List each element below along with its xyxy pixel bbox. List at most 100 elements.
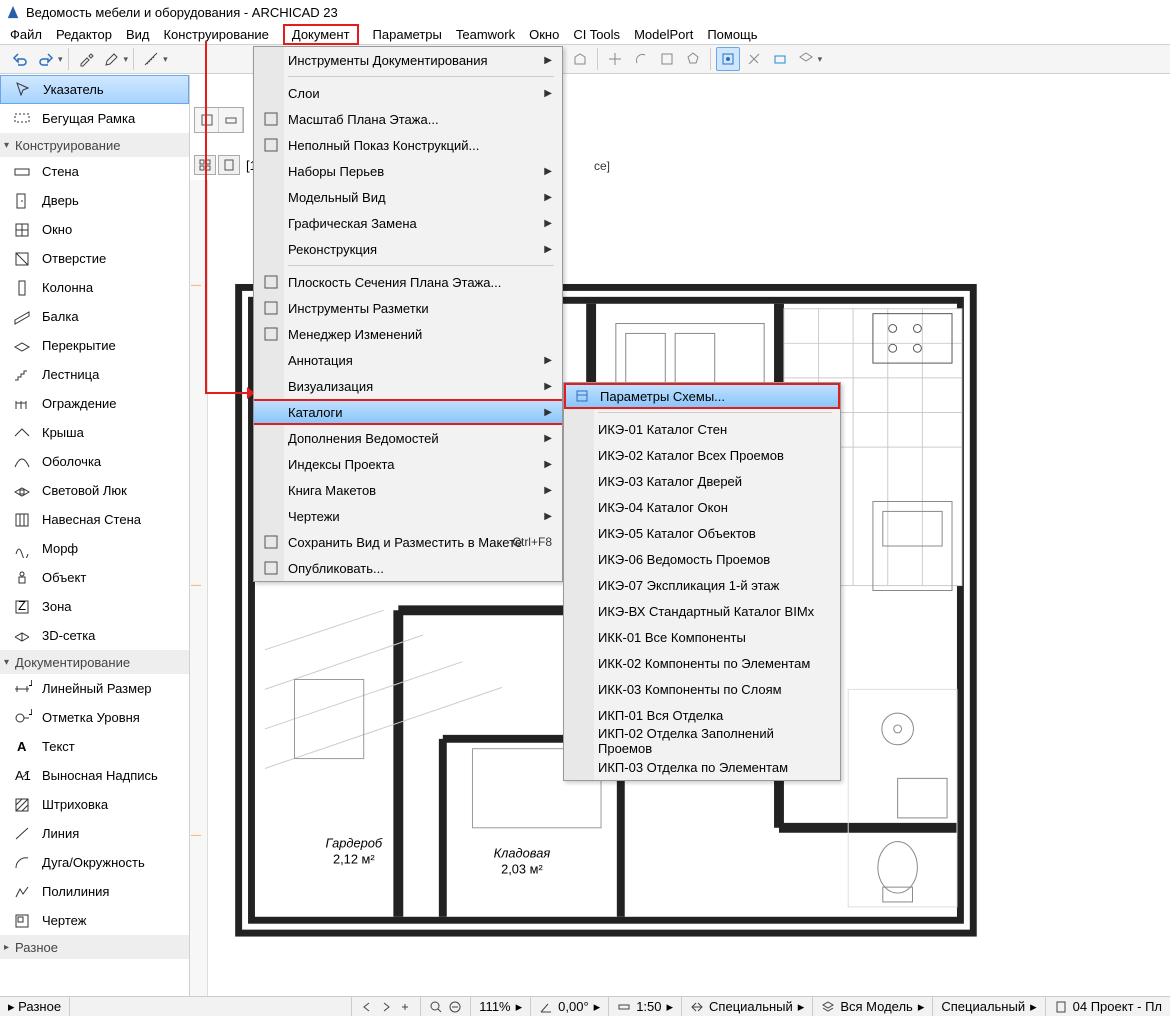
- menuitem[interactable]: ИКЭ-ВХ Стандартный Каталог BIMx: [564, 598, 840, 624]
- menuitem[interactable]: Параметры Схемы...: [564, 383, 840, 409]
- tool-stair[interactable]: Лестница: [0, 360, 189, 389]
- menuitem[interactable]: ИКК-03 Компоненты по Слоям: [564, 676, 840, 702]
- tool-mesh[interactable]: 3D-сетка: [0, 621, 189, 650]
- tb-i[interactable]: [794, 47, 818, 71]
- menuitem[interactable]: Визуализация▶: [254, 373, 562, 399]
- tool-label[interactable]: A1Выносная Надпись: [0, 761, 189, 790]
- menu-document[interactable]: Документ: [283, 24, 359, 45]
- tool-draw[interactable]: Чертеж: [0, 906, 189, 935]
- menuitem[interactable]: ИКП-02 Отделка Заполнений Проемов: [564, 728, 840, 754]
- menu-file[interactable]: Файл: [10, 27, 42, 42]
- menuitem[interactable]: Индексы Проекта▶: [254, 451, 562, 477]
- menuitem[interactable]: Книга Макетов▶: [254, 477, 562, 503]
- menuitem[interactable]: ИКЭ-03 Каталог Дверей: [564, 468, 840, 494]
- sb-zoom-value[interactable]: 111% ▸: [471, 997, 531, 1016]
- menuitem[interactable]: Масштаб Плана Этажа...: [254, 106, 562, 132]
- menuitem[interactable]: Дополнения Ведомостей▶: [254, 425, 562, 451]
- menuitem[interactable]: Реконструкция▶: [254, 236, 562, 262]
- ruler-button[interactable]: [139, 47, 163, 71]
- menuitem[interactable]: ИКЭ-02 Каталог Всех Проемов: [564, 442, 840, 468]
- sb-layer[interactable]: Вся Модель ▸: [813, 997, 933, 1016]
- menuitem[interactable]: Инструменты Разметки: [254, 295, 562, 321]
- menubar[interactable]: Файл Редактор Вид Конструирование Докуме…: [0, 24, 1170, 44]
- sb-nav-buttons[interactable]: [351, 997, 421, 1016]
- tb-e[interactable]: [655, 47, 679, 71]
- menu-window[interactable]: Окно: [529, 27, 559, 42]
- tb-h[interactable]: [768, 47, 792, 71]
- tool-hatch[interactable]: Штриховка: [0, 790, 189, 819]
- menu-citools[interactable]: CI Tools: [573, 27, 620, 42]
- tool-morph[interactable]: Морф: [0, 534, 189, 563]
- tool-text[interactable]: AТекст: [0, 732, 189, 761]
- tool-poly[interactable]: Полилиния: [0, 877, 189, 906]
- menuitem[interactable]: Инструменты Документирования▶: [254, 47, 562, 73]
- document-menu[interactable]: Инструменты Документирования▶ Слои▶Масшта…: [253, 46, 563, 582]
- menu-teamwork[interactable]: Teamwork: [456, 27, 515, 42]
- tb-c[interactable]: [603, 47, 627, 71]
- tool-shell[interactable]: Оболочка: [0, 447, 189, 476]
- tool-pointer[interactable]: Указатель: [0, 75, 189, 104]
- options-mini-toolbar[interactable]: [194, 107, 244, 133]
- sb-mvo[interactable]: Специальный ▸: [682, 997, 813, 1016]
- menuitem[interactable]: ИКК-01 Все Компоненты: [564, 624, 840, 650]
- tool-beam[interactable]: Балка: [0, 302, 189, 331]
- tool-rail[interactable]: Ограждение: [0, 389, 189, 418]
- menuitem[interactable]: Графическая Замена▶: [254, 210, 562, 236]
- section-header[interactable]: ▾Документирование: [0, 650, 189, 674]
- section-header[interactable]: ▾Конструирование: [0, 133, 189, 157]
- menuitem[interactable]: Опубликовать...: [254, 555, 562, 581]
- tool-level[interactable]: 1,2Отметка Уровня: [0, 703, 189, 732]
- menuitem[interactable]: ИКЭ-07 Экспликация 1-й этаж: [564, 572, 840, 598]
- menuitem[interactable]: Сохранить Вид и Разместить в МакетеCtrl+…: [254, 529, 562, 555]
- menuitem[interactable]: Менеджер Изменений: [254, 321, 562, 347]
- tool-slab[interactable]: Перекрытие: [0, 331, 189, 360]
- tb-b[interactable]: [568, 47, 592, 71]
- tb-snap[interactable]: [716, 47, 740, 71]
- menuitem[interactable]: ИКП-01 Вся Отделка: [564, 702, 840, 728]
- menuitem[interactable]: ИКЭ-05 Каталог Объектов: [564, 520, 840, 546]
- sb-override[interactable]: Специальный ▸: [933, 997, 1045, 1016]
- redo-button[interactable]: [34, 47, 58, 71]
- menuitem[interactable]: ИКП-03 Отделка по Элементам: [564, 754, 840, 780]
- tool-curtain[interactable]: Навесная Стена: [0, 505, 189, 534]
- tb-g[interactable]: [742, 47, 766, 71]
- tool-skylight[interactable]: Световой Люк: [0, 476, 189, 505]
- menuitem[interactable]: ИКК-02 Компоненты по Элементам: [564, 650, 840, 676]
- tab-page-icon[interactable]: [218, 155, 240, 175]
- tool-roof[interactable]: Крыша: [0, 418, 189, 447]
- tool-dim[interactable]: 1,2Линейный Размер: [0, 674, 189, 703]
- tool-object[interactable]: Объект: [0, 563, 189, 592]
- menuitem[interactable]: Каталоги▶: [254, 399, 562, 425]
- tool-arc[interactable]: Дуга/Окружность: [0, 848, 189, 877]
- menu-editor[interactable]: Редактор: [56, 27, 112, 42]
- tb-f[interactable]: [681, 47, 705, 71]
- sb-scale[interactable]: 1:50 ▸: [609, 997, 682, 1016]
- menuitem[interactable]: Модельный Вид▶: [254, 184, 562, 210]
- tool-line[interactable]: Линия: [0, 819, 189, 848]
- menuitem[interactable]: ИКЭ-06 Ведомость Проемов: [564, 546, 840, 572]
- tool-window[interactable]: Окно: [0, 215, 189, 244]
- inject-button[interactable]: [100, 47, 124, 71]
- menuitem[interactable]: Слои▶: [254, 80, 562, 106]
- menu-construct[interactable]: Конструирование: [163, 27, 268, 42]
- menuitem[interactable]: Аннотация▶: [254, 347, 562, 373]
- menuitem[interactable]: ИКЭ-04 Каталог Окон: [564, 494, 840, 520]
- menu-params[interactable]: Параметры: [373, 27, 442, 42]
- menu-modelport[interactable]: ModelPort: [634, 27, 693, 42]
- tool-marquee[interactable]: Бегущая Рамка: [0, 104, 189, 133]
- tool-zone[interactable]: ZЗона: [0, 592, 189, 621]
- menuitem[interactable]: ИКЭ-01 Каталог Стен: [564, 416, 840, 442]
- tool-door[interactable]: Дверь: [0, 186, 189, 215]
- menuitem[interactable]: Чертежи▶: [254, 503, 562, 529]
- sb-left-expand[interactable]: ▸ Разное: [0, 997, 70, 1016]
- tool-column[interactable]: Колонна: [0, 273, 189, 302]
- undo-button[interactable]: [8, 47, 32, 71]
- menuitem[interactable]: Плоскость Сечения Плана Этажа...: [254, 269, 562, 295]
- tool-opening[interactable]: Отверстие: [0, 244, 189, 273]
- menu-view[interactable]: Вид: [126, 27, 150, 42]
- eyedropper-button[interactable]: [74, 47, 98, 71]
- section-header[interactable]: ▸Разное: [0, 935, 189, 959]
- menu-help[interactable]: Помощь: [707, 27, 757, 42]
- tool-wall[interactable]: Стена: [0, 157, 189, 186]
- menuitem[interactable]: Неполный Показ Конструкций...: [254, 132, 562, 158]
